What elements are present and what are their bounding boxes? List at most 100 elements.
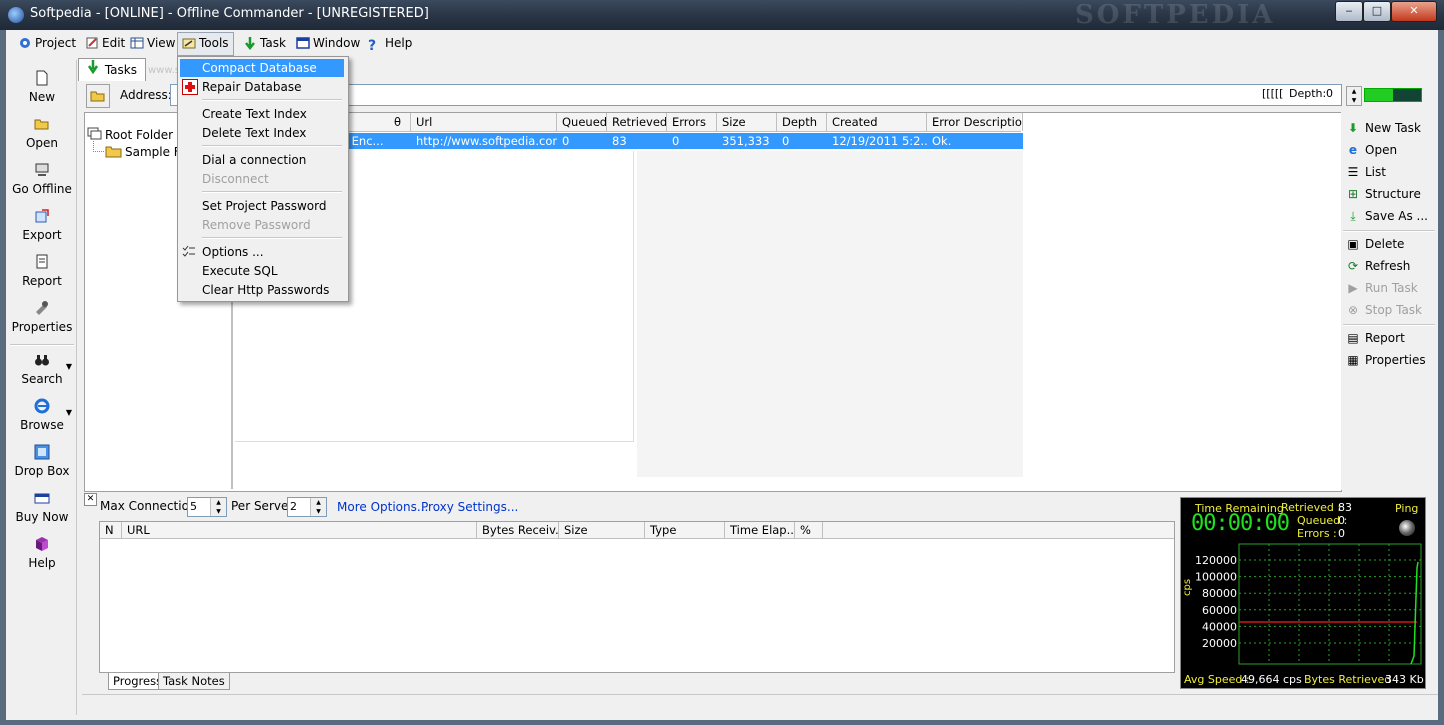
title-bar: Softpedia - [ONLINE] - Offline Commander… — [0, 0, 1444, 30]
open-button[interactable]: Open — [6, 116, 78, 150]
column-url[interactable]: URL — [122, 522, 477, 538]
tick-label: 20000 — [1202, 637, 1237, 650]
column-type[interactable]: Type — [645, 522, 725, 538]
close-icon[interactable]: ✕ — [84, 493, 97, 506]
buy-now-button[interactable]: Buy Now — [6, 490, 78, 524]
refresh-button[interactable]: ⟳ Refresh — [1345, 256, 1410, 276]
dial-connection-item[interactable]: Dial a connection — [180, 151, 344, 169]
menu-task[interactable]: Task — [239, 32, 290, 54]
set-project-password-item[interactable]: Set Project Password — [180, 197, 344, 215]
action-label: Properties — [1365, 353, 1426, 367]
column-queued[interactable]: Queued — [557, 113, 607, 131]
new-button[interactable]: New — [6, 70, 78, 104]
open-task-button[interactable]: e Open — [1345, 140, 1397, 160]
properties-task-button[interactable]: ▦ Properties — [1345, 350, 1426, 370]
create-text-index-item[interactable]: Create Text Index — [180, 105, 344, 123]
browse-button[interactable]: Browse ▼ — [6, 398, 78, 432]
column-errors[interactable]: Errors — [667, 113, 717, 131]
minimize-button[interactable]: ‒ — [1335, 1, 1363, 22]
button-label: Drop Box — [14, 464, 70, 478]
menu-view[interactable]: View — [126, 32, 179, 54]
compact-database-item[interactable]: Compact Database — [180, 59, 344, 77]
proxy-settings-link[interactable]: Proxy Settings... — [421, 500, 518, 514]
column-size[interactable]: Size — [559, 522, 645, 538]
structure-button[interactable]: ⊞ Structure — [1345, 184, 1421, 204]
properties-icon: ▦ — [1347, 353, 1359, 367]
column-n[interactable]: N — [100, 522, 122, 538]
column-created[interactable]: Created — [827, 113, 927, 131]
per-server-stepper[interactable]: 2 ▲ ▼ — [287, 497, 327, 517]
dropbox-icon — [34, 444, 50, 460]
save-as-button[interactable]: ⤓ Save As ... — [1345, 206, 1428, 226]
clear-http-passwords-item[interactable]: Clear Http Passwords — [180, 281, 344, 299]
app-icon[interactable] — [8, 7, 24, 23]
depth-stepper[interactable]: ▲ ▼ — [1346, 86, 1362, 106]
time-remaining-value: 00:00:00 — [1191, 511, 1290, 536]
tab-task-notes[interactable]: Task Notes — [158, 673, 230, 690]
ping-label: Ping — [1395, 502, 1419, 515]
column-bytes-received[interactable]: Bytes Receiv... — [477, 522, 559, 538]
menu-help[interactable]: ? Help — [364, 32, 416, 54]
list-button[interactable]: ☰ List — [1345, 162, 1386, 182]
folder-button[interactable] — [86, 84, 110, 108]
list-icon: ☰ — [1347, 165, 1359, 179]
button-label: Properties — [11, 320, 73, 334]
delete-task-button[interactable]: ▣ Delete — [1345, 234, 1404, 254]
chevron-down-icon[interactable]: ▼ — [66, 408, 72, 417]
button-label: New — [28, 90, 56, 104]
new-task-button[interactable]: ⬇ New Task — [1345, 118, 1421, 138]
stop-icon: ⊗ — [1347, 303, 1359, 317]
chevron-down-icon[interactable]: ▼ — [66, 362, 72, 371]
remove-password-item[interactable]: Remove Password — [180, 216, 344, 234]
spin-arrows[interactable]: ▲ ▼ — [210, 498, 226, 516]
column-time-elapsed[interactable]: Time Elap... — [725, 522, 795, 538]
export-button[interactable]: Export — [6, 208, 78, 242]
disconnect-item[interactable]: Disconnect — [180, 170, 344, 188]
options-item[interactable]: Options ... — [180, 243, 344, 261]
run-task-button[interactable]: ▶ Run Task — [1345, 278, 1417, 298]
tab-tasks[interactable]: Tasks — [78, 58, 146, 81]
maximize-button[interactable]: □ — [1363, 1, 1391, 22]
action-label: Refresh — [1365, 259, 1411, 273]
button-label: Report — [22, 274, 62, 288]
report-task-button[interactable]: ▤ Report — [1345, 328, 1404, 348]
tree-child-node[interactable]: Sample Fo — [105, 144, 188, 161]
column-size[interactable]: Size — [717, 113, 777, 131]
spin-arrows[interactable]: ▲ ▼ — [310, 498, 326, 516]
repair-database-item[interactable]: Repair Database — [180, 78, 344, 96]
action-label: List — [1365, 165, 1386, 179]
column-percent[interactable]: % — [795, 522, 823, 538]
menu-window[interactable]: Window — [292, 32, 364, 54]
report-button[interactable]: Report — [6, 254, 78, 288]
table-row[interactable]: s Enc... http://www.softpedia.com/ 0 83 … — [237, 133, 1023, 149]
search-button[interactable]: Search ▼ — [6, 352, 78, 386]
close-button[interactable]: ✕ — [1391, 1, 1437, 22]
column-url[interactable]: Url — [411, 113, 557, 131]
menu-edit[interactable]: Edit — [81, 32, 129, 54]
menu-label: View — [147, 36, 176, 50]
execute-sql-item[interactable]: Execute SQL — [180, 262, 344, 280]
help-button[interactable]: Help — [6, 536, 78, 570]
delete-text-index-item[interactable]: Delete Text Index — [180, 124, 344, 142]
download-grid[interactable]: N URL Bytes Receiv... Size Type Time Ela… — [99, 521, 1175, 673]
row-created: 12/19/2011 5:2... — [832, 134, 927, 148]
column-hidden[interactable]: θ — [389, 113, 411, 131]
drop-box-button[interactable]: Drop Box — [6, 444, 78, 478]
column-error-description[interactable]: Error Description — [927, 113, 1023, 131]
menu-tools[interactable]: Tools — [177, 32, 234, 56]
queued-value: 0 — [1338, 514, 1345, 527]
more-options-link[interactable]: More Options... — [337, 500, 428, 514]
column-depth[interactable]: Depth — [777, 113, 827, 131]
go-offline-button[interactable]: Go Offline — [6, 162, 78, 196]
stop-task-button[interactable]: ⊗ Stop Task — [1345, 300, 1422, 320]
depth-slider[interactable] — [1364, 88, 1422, 102]
properties-button[interactable]: Properties — [6, 300, 78, 334]
play-icon: ▶ — [1348, 281, 1358, 295]
down-arrow-icon — [243, 35, 257, 51]
column-retrieved[interactable]: Retrieved — [607, 113, 667, 131]
menu-item-label: Disconnect — [202, 172, 269, 186]
max-connections-stepper[interactable]: 5 ▲ ▼ — [187, 497, 227, 517]
address-label: Address: — [120, 88, 172, 102]
menu-project[interactable]: Project — [14, 32, 80, 54]
menu-bar: Project Edit View Tools Task Window ? Hel… — [6, 30, 1438, 56]
